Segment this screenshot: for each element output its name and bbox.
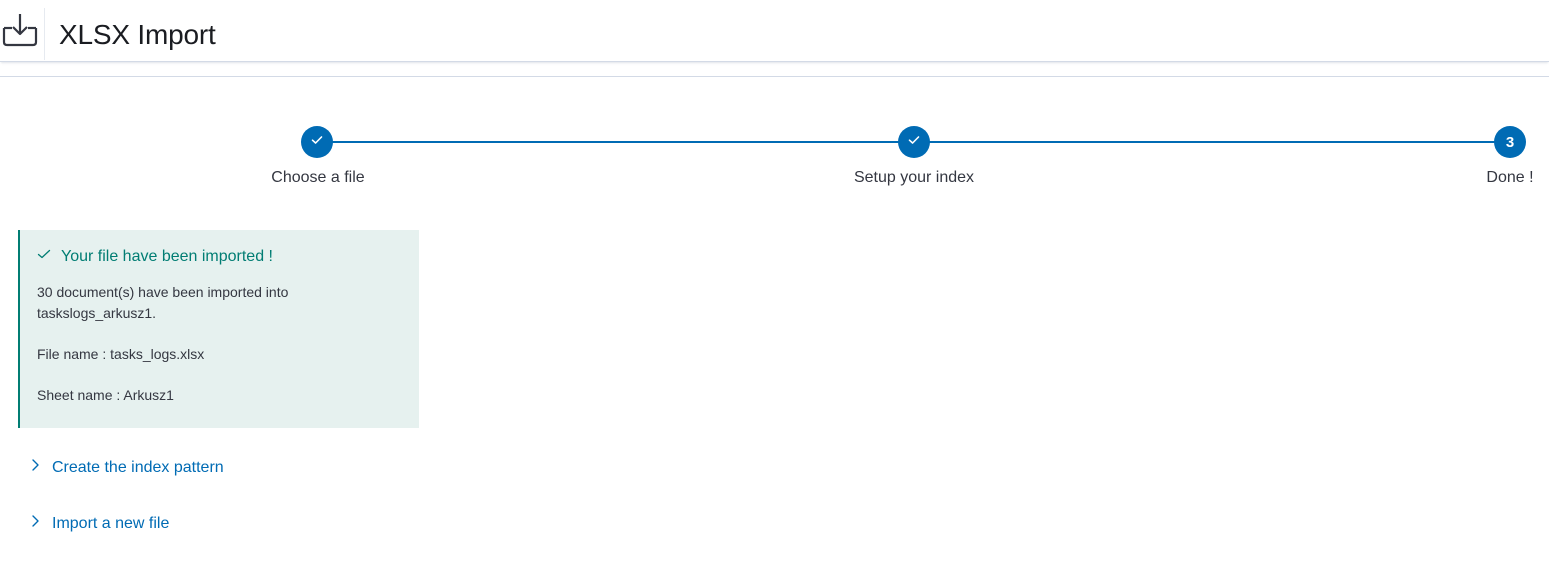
import-new-file-link[interactable]: Import a new file <box>30 514 169 534</box>
step-1-label[interactable]: Choose a file <box>218 168 418 188</box>
import-icon <box>0 12 42 48</box>
callout-body: 30 document(s) have been imported into t… <box>37 282 403 406</box>
import-new-file-label: Import a new file <box>52 515 170 532</box>
app-header: XLSX Import <box>0 0 1549 62</box>
sheet-name-text: Sheet name : Arkusz1 <box>37 387 174 403</box>
file-name-text: File name : tasks_logs.xlsx <box>37 346 205 362</box>
step-3-indicator[interactable]: 3 <box>1494 126 1526 158</box>
header-divider <box>44 8 45 60</box>
success-callout: Your file have been imported ! 30 docume… <box>18 230 419 428</box>
step-2-label[interactable]: Setup your index <box>814 168 1014 188</box>
page-title: XLSX Import <box>59 19 216 50</box>
chevron-right-icon <box>30 458 52 478</box>
step-3-label[interactable]: Done ! <box>1470 168 1549 188</box>
check-icon <box>37 246 61 268</box>
step-1-indicator[interactable] <box>301 126 333 158</box>
chevron-right-icon <box>30 514 52 534</box>
step-2-indicator[interactable] <box>898 126 930 158</box>
create-index-pattern-link[interactable]: Create the index pattern <box>30 458 224 478</box>
callout-title-text: Your file have been imported ! <box>61 248 273 265</box>
check-icon <box>907 133 921 151</box>
import-summary: 30 document(s) have been imported into t… <box>37 284 289 321</box>
create-index-pattern-label: Create the index pattern <box>52 459 224 476</box>
check-icon <box>310 133 324 151</box>
header-separator <box>0 76 1549 77</box>
callout-title: Your file have been imported ! <box>37 246 403 268</box>
